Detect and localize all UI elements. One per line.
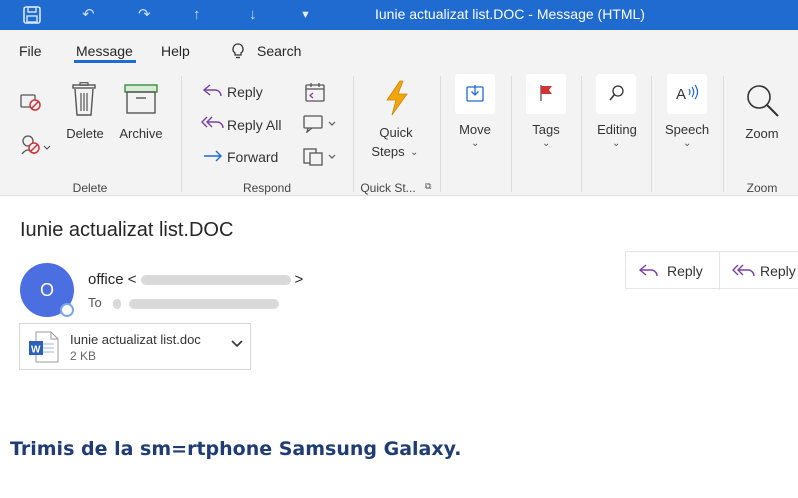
chevron-down-icon[interactable] — [230, 339, 244, 349]
flag-icon — [540, 85, 552, 101]
presence-indicator — [60, 303, 74, 317]
redacted-email — [140, 275, 291, 286]
delete-button[interactable]: Delete — [64, 126, 106, 142]
group-separator — [651, 76, 652, 192]
tags-tile[interactable] — [526, 74, 566, 114]
move-button[interactable]: Move — [450, 122, 500, 138]
group-separator — [723, 76, 724, 192]
to-label: To — [88, 295, 102, 310]
reply-all-button-inline[interactable]: Reply — [760, 263, 796, 279]
ribbon: Delete Archive Delete Reply Reply All Fo… — [0, 68, 798, 196]
quick-steps-label-2[interactable]: Steps — [366, 144, 410, 160]
attachment-name: Iunie actualizat list.doc — [70, 332, 201, 347]
archive-button[interactable]: Archive — [115, 126, 167, 142]
doc-type-badge: W — [31, 345, 41, 356]
junk-icon[interactable] — [20, 134, 52, 156]
up-arrow-icon[interactable]: ↑ — [193, 5, 201, 25]
zoom-icon[interactable] — [744, 82, 780, 118]
customize-toolbar-icon[interactable]: ▼ — [300, 5, 311, 25]
group-separator — [511, 76, 512, 192]
zoom-group-label: Zoom — [746, 181, 778, 195]
sender-line[interactable]: office < > — [88, 271, 303, 288]
archive-icon[interactable] — [124, 84, 158, 114]
respond-group-label: Respond — [242, 181, 292, 195]
forward-button[interactable]: Forward — [227, 149, 278, 165]
menu-help[interactable]: Help — [161, 43, 190, 59]
group-separator — [353, 76, 354, 192]
delete-group-label: Delete — [72, 181, 108, 195]
chevron-down-icon[interactable]: ⌄ — [471, 138, 479, 149]
divider — [719, 252, 720, 290]
reply-icon — [203, 84, 222, 97]
window-title: Iunie actualizat list.DOC - Message (HTM… — [375, 6, 645, 22]
move-tile[interactable] — [455, 74, 495, 114]
chevron-down-icon[interactable]: ⌄ — [683, 138, 691, 149]
menu-file[interactable]: File — [19, 43, 42, 59]
svg-text:A: A — [676, 86, 686, 102]
redacted-recipient-dot — [113, 298, 122, 309]
down-arrow-icon[interactable]: ↓ — [249, 5, 257, 25]
group-separator — [581, 76, 582, 192]
speech-tile[interactable]: A — [667, 74, 707, 114]
attachment-card[interactable]: W Iunie actualizat list.doc 2 KB — [19, 323, 251, 370]
zoom-button[interactable]: Zoom — [738, 126, 786, 142]
im-reply-icon[interactable] — [303, 115, 337, 133]
editing-button[interactable]: Editing — [590, 122, 644, 138]
move-icon — [466, 85, 484, 102]
editing-tile[interactable] — [596, 74, 636, 114]
reply-all-icon — [732, 264, 755, 277]
recipient-line: To — [88, 295, 279, 310]
menu-message[interactable]: Message — [76, 43, 133, 59]
reply-icon — [639, 264, 658, 277]
tags-button[interactable]: Tags — [521, 122, 571, 138]
quick-steps-group-label: Quick St... — [360, 181, 416, 195]
word-document-icon: W — [29, 331, 59, 363]
sender-close-bracket: > — [294, 271, 304, 288]
sender-name: office < — [88, 271, 137, 288]
redo-icon[interactable]: ↷ — [138, 5, 151, 25]
search-box[interactable]: Search — [257, 43, 301, 59]
chevron-down-icon[interactable]: ⌄ — [542, 138, 550, 149]
ignore-icon[interactable] — [20, 92, 42, 112]
quick-steps-label-1[interactable]: Quick — [370, 125, 422, 141]
group-separator — [440, 76, 441, 192]
avatar-initial: O — [39, 280, 54, 300]
lightbulb-icon — [232, 43, 244, 59]
lightning-icon[interactable] — [382, 80, 412, 116]
title-bar: ↶ ↷ ↑ ↓ ▼ Iunie actualizat list.DOC - Me… — [0, 0, 798, 30]
meeting-icon[interactable] — [305, 82, 325, 102]
message-subject: Iunie actualizat list.DOC — [20, 219, 234, 241]
find-icon — [609, 85, 624, 101]
delete-icon[interactable] — [71, 82, 97, 116]
dialog-launcher-icon[interactable]: ⧉ — [425, 181, 431, 192]
reply-button[interactable]: Reply — [227, 84, 263, 100]
active-tab-indicator — [74, 60, 136, 63]
speech-button[interactable]: Speech — [660, 122, 714, 138]
save-icon[interactable] — [22, 5, 42, 25]
group-separator — [181, 76, 182, 192]
undo-icon[interactable]: ↶ — [82, 5, 95, 25]
redacted-recipient — [128, 298, 279, 309]
attachment-size: 2 KB — [70, 349, 97, 363]
reply-all-icon — [201, 116, 224, 129]
reply-actions: Reply Reply — [625, 251, 798, 290]
reply-button-inline[interactable]: Reply — [667, 263, 703, 279]
forward-icon — [204, 150, 222, 162]
chevron-down-icon[interactable]: ⌄ — [410, 147, 418, 158]
reply-all-button[interactable]: Reply All — [227, 117, 281, 133]
read-aloud-icon: A — [676, 84, 699, 102]
more-respond-icon[interactable] — [303, 148, 337, 166]
chevron-down-icon[interactable]: ⌄ — [612, 138, 620, 149]
message-body: Trimis de la sm=rtphone Samsung Galaxy. — [10, 438, 462, 460]
